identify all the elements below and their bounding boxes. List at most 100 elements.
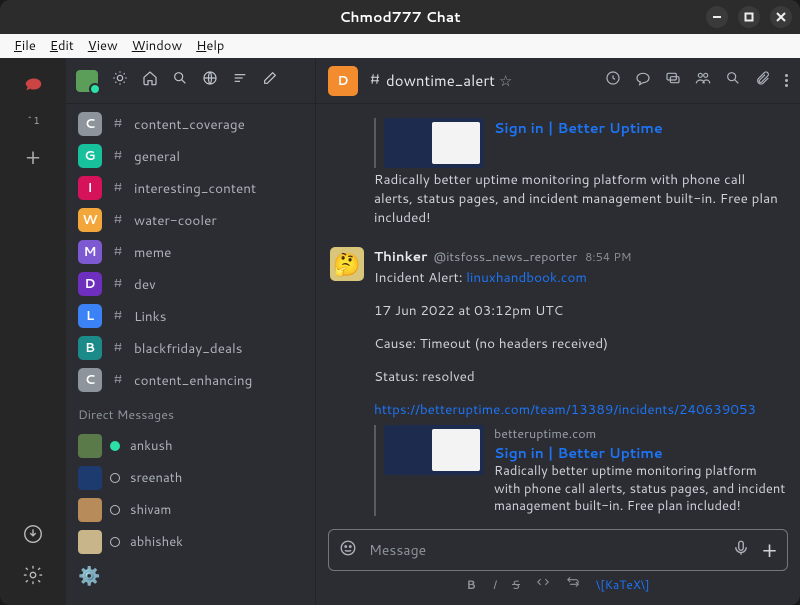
format-bold[interactable]: B: [466, 576, 475, 593]
preview-domain: betteruptime.com: [494, 425, 786, 443]
titlebar: Chmod777 Chat: [0, 0, 800, 34]
channel-item[interactable]: Ccontent_enhancing: [66, 364, 315, 396]
format-italic[interactable]: I: [492, 576, 496, 593]
message-placeholder: Message: [369, 540, 720, 560]
dm-item[interactable]: ankush: [66, 430, 315, 462]
dm-item[interactable]: shivam: [66, 494, 315, 526]
chat-pane: D downtime_alert ☆: [316, 58, 800, 605]
menu-window[interactable]: Window: [126, 35, 188, 57]
hash-icon: [112, 148, 124, 165]
threads-icon[interactable]: [635, 70, 651, 91]
menu-edit[interactable]: Edit: [44, 35, 80, 57]
message-link[interactable]: linuxhandbook.com: [466, 268, 587, 287]
audio-record-icon[interactable]: [732, 539, 750, 562]
preview-desc: Radically better uptime monitoring platf…: [494, 463, 786, 516]
channel-item[interactable]: Iinteresting_content: [66, 172, 315, 204]
theme-toggle-icon[interactable]: [112, 70, 128, 91]
search-messages-icon[interactable]: [725, 70, 741, 91]
channel-name: general: [134, 147, 180, 166]
channel-item[interactable]: Ggeneral: [66, 140, 315, 172]
channel-list[interactable]: Ccontent_coverageGgeneralIinteresting_co…: [66, 104, 315, 605]
channel-name: content_enhancing: [134, 371, 252, 390]
chat-header: D downtime_alert ☆: [316, 58, 800, 104]
channel-item[interactable]: LLinks: [66, 300, 315, 332]
channel-badge: D: [78, 272, 102, 296]
kebab-menu-icon[interactable]: [785, 74, 788, 87]
messages-scroller[interactable]: Sign in | Better Uptime Radically better…: [316, 104, 800, 521]
channel-item[interactable]: Ddev: [66, 268, 315, 300]
my-avatar[interactable]: [76, 70, 98, 92]
dm-avatar: [78, 530, 102, 554]
channel-item[interactable]: Wwater-cooler: [66, 204, 315, 236]
channel-name: content_coverage: [134, 115, 245, 134]
channel-item[interactable]: Bblackfriday_deals: [66, 332, 315, 364]
author-avatar[interactable]: 🤔: [330, 247, 364, 281]
members-icon[interactable]: [695, 70, 711, 91]
dm-name: sreenath: [130, 469, 182, 487]
close-button[interactable]: [770, 6, 792, 28]
preview-title: Sign in | Better Uptime: [494, 118, 786, 138]
menu-file[interactable]: File: [8, 35, 42, 57]
presence-indicator: [110, 537, 120, 547]
presence-indicator: [110, 441, 120, 451]
preview-title: Sign in | Better Uptime: [494, 443, 786, 463]
presence-indicator: [110, 473, 120, 483]
dm-item[interactable]: abhishek: [66, 526, 315, 558]
channel-name: meme: [134, 243, 171, 262]
calls-icon[interactable]: [605, 70, 621, 91]
channel-badge: I: [78, 176, 102, 200]
room-name: downtime_alert: [386, 70, 495, 91]
dm-name: ankush: [130, 437, 173, 455]
preview-thumbnail: [384, 425, 484, 475]
home-icon[interactable]: [142, 70, 158, 91]
channel-item[interactable]: Mmeme: [66, 236, 315, 268]
dm-section-header[interactable]: Direct Messages: [66, 396, 315, 430]
incident-timestamp: 17 Jun 2022 at 03:12pm UTC: [374, 301, 786, 320]
message-prev: Sign in | Better Uptime Radically better…: [330, 112, 786, 233]
channel-name: blackfriday_deals: [134, 339, 242, 358]
channel-badge: C: [78, 368, 102, 392]
dm-avatar: [78, 498, 102, 522]
room-title[interactable]: downtime_alert ☆: [368, 70, 512, 91]
link-preview-card[interactable]: betteruptime.com Sign in | Better Uptime…: [374, 425, 786, 516]
link-preview-card[interactable]: Sign in | Better Uptime: [374, 118, 786, 168]
server-badge[interactable]: ^1: [26, 114, 40, 128]
format-katex[interactable]: \[KaTeX\]: [596, 576, 650, 593]
dm-item[interactable]: sreenath: [66, 462, 315, 494]
message: 🤔 Thinker @itsfoss_news_reporter 8:54 PM…: [330, 241, 786, 521]
maximize-button[interactable]: [738, 6, 760, 28]
channel-item[interactable]: Ccontent_coverage: [66, 108, 315, 140]
dm-name: abhishek: [130, 533, 183, 551]
files-icon[interactable]: [755, 70, 771, 91]
rocket-chat-icon[interactable]: [17, 68, 49, 100]
preview-thumbnail: [384, 118, 484, 168]
hash-icon: [112, 116, 124, 133]
download-icon[interactable]: [22, 523, 44, 550]
format-strike[interactable]: S: [512, 576, 520, 593]
room-badge: D: [328, 66, 358, 96]
compose-icon[interactable]: [262, 70, 278, 91]
message-input[interactable]: Message +: [328, 529, 788, 571]
author-handle: @itsfoss_news_reporter: [433, 248, 577, 266]
menu-help[interactable]: Help: [190, 35, 230, 57]
format-code[interactable]: [536, 575, 550, 593]
sort-icon[interactable]: [232, 70, 248, 91]
discussion-icon[interactable]: [665, 70, 681, 91]
incident-cause: Cause: Timeout (no headers received): [374, 334, 786, 353]
add-server-button[interactable]: +: [25, 142, 40, 173]
menu-view[interactable]: View: [82, 35, 124, 57]
incident-url[interactable]: https://betteruptime.com/team/13389/inci…: [374, 400, 756, 419]
directory-icon[interactable]: [202, 70, 218, 91]
search-icon[interactable]: [172, 70, 188, 91]
preview-desc: Radically better uptime monitoring platf…: [374, 168, 786, 227]
message-time: 8:54 PM: [583, 248, 631, 265]
add-attachment-icon[interactable]: +: [762, 535, 777, 566]
format-multiline[interactable]: [566, 575, 580, 593]
admin-icon[interactable]: ⚙️: [66, 558, 315, 588]
emoji-picker-icon[interactable]: [339, 539, 357, 562]
settings-gear-icon[interactable]: [22, 564, 44, 591]
favorite-star-icon[interactable]: ☆: [499, 70, 512, 91]
minimize-button[interactable]: [706, 6, 728, 28]
window-title: Chmod777 Chat: [339, 7, 460, 27]
titlebar-controls: [706, 6, 792, 28]
